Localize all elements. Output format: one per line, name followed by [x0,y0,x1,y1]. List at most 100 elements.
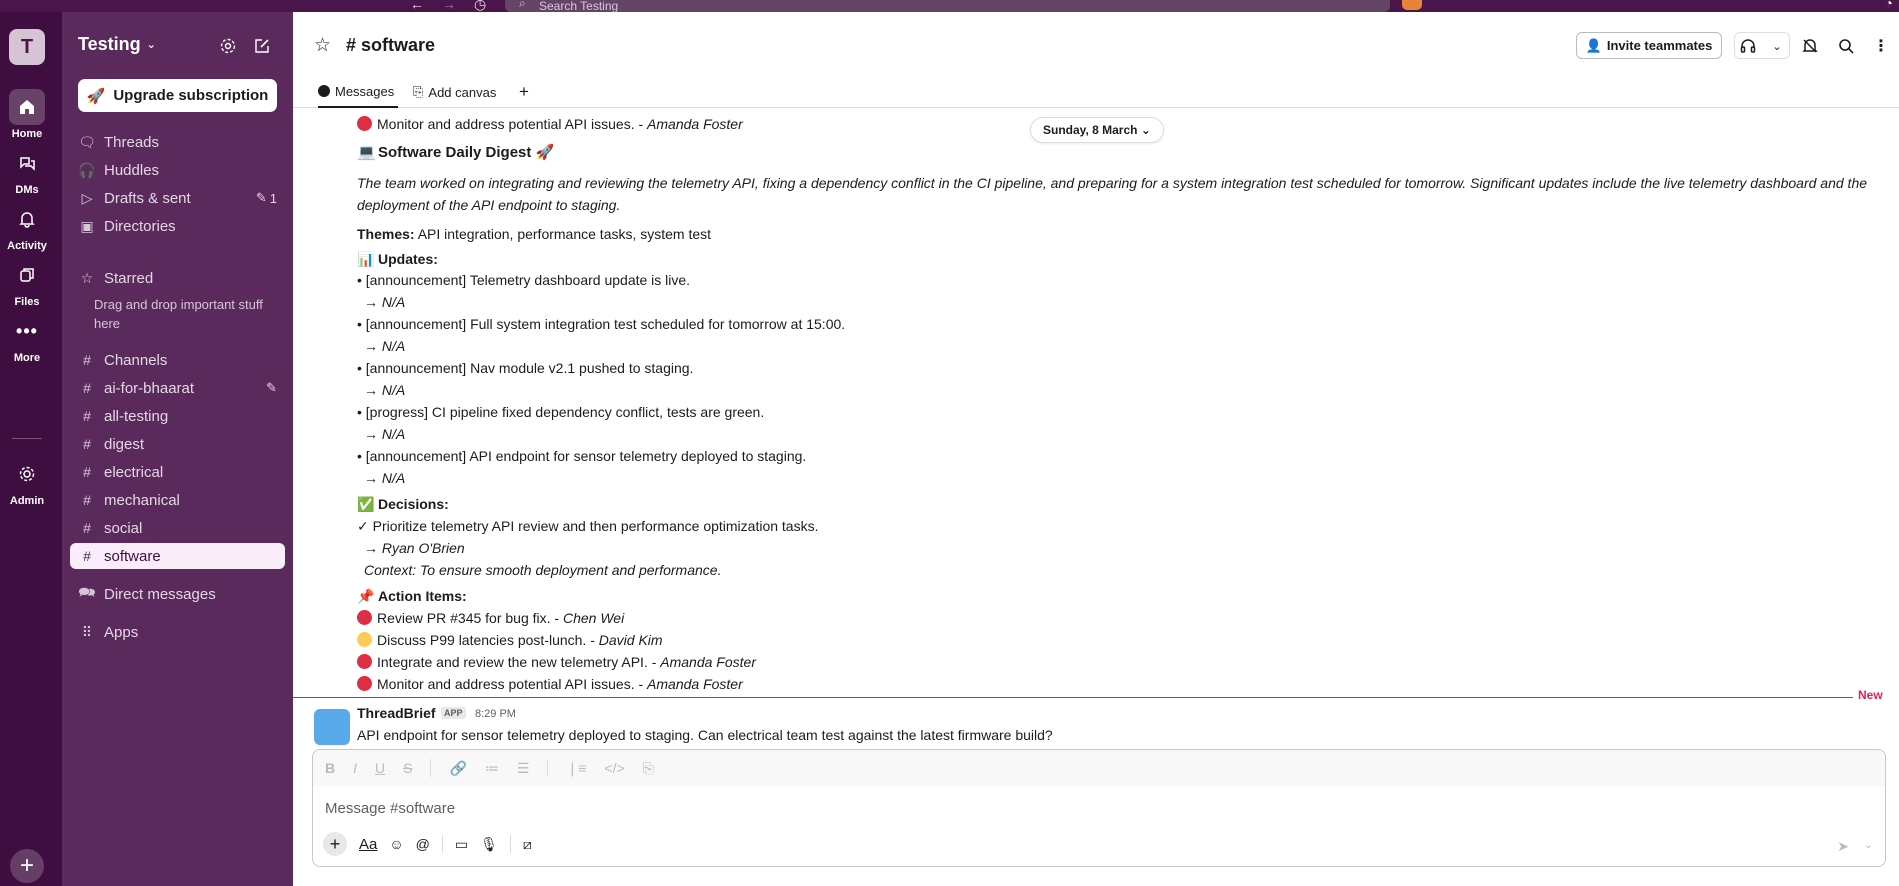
workspace-avatar[interactable]: T [9,29,45,65]
sidebar-item-huddles[interactable]: 🎧 Huddles [70,157,285,183]
sidebar-item-drafts[interactable]: ▷ Drafts & sent ✎ 1 [70,185,285,211]
upgrade-label: Upgrade subscription [113,87,269,104]
channel-title[interactable]: # software [346,35,435,56]
bulleted-list-icon[interactable]: ☰ [517,760,530,777]
mention-icon[interactable]: @ [416,836,430,852]
digest-summary: The team worked on integrating and revie… [357,175,1868,213]
sidebar-item-directories[interactable]: ▣ Directories [70,213,285,239]
headphones-icon: 🎧 [78,161,96,178]
chevron-down-icon[interactable]: ⌄ [1765,34,1789,58]
star-icon[interactable]: ☆ [314,34,331,57]
format-toggle-button[interactable]: Aa [359,836,377,853]
date-divider-button[interactable]: Sunday, 8 March ⌄ [1030,117,1164,143]
microphone-icon[interactable]: 🎙 [480,836,498,853]
underline-icon[interactable]: U [375,760,385,776]
message-input[interactable]: Message #software [325,800,455,817]
slash-command-icon[interactable]: ⧄ [523,836,532,853]
upgrade-subscription-button[interactable]: 🚀 Upgrade subscription [78,79,277,112]
digest-title: 💻 Software Daily Digest 🚀 [357,143,554,161]
sidebar-item-label: Drafts & sent [104,189,191,207]
avatar[interactable] [314,709,350,745]
compose-icon[interactable] [250,34,274,58]
sidebar-channel-electrical[interactable]: # electrical [70,459,285,485]
themes-label: Themes: [357,226,415,242]
invite-teammates-button[interactable]: 👤 Invite teammates [1576,32,1722,59]
canvas-icon: ⎘ [413,84,424,99]
plus-icon[interactable]: + [323,832,347,856]
link-icon[interactable]: 🔗 [449,760,466,777]
tab-add-canvas[interactable]: ⎘ Add canvas [413,76,496,108]
sidebar-channel-software[interactable]: # software [70,543,285,569]
list-item: • [announcement] Full system integration… [357,316,846,332]
strikethrough-icon[interactable]: S [403,760,412,776]
channels-icon: # [83,352,91,368]
rail-more[interactable]: ••• More [0,313,54,365]
search-icon[interactable] [1834,34,1858,58]
hash-icon: # [83,520,91,536]
divider [430,759,432,777]
sidebar-section-apps[interactable]: ⠿ Apps [70,619,285,645]
pencil-icon: ✎ [255,190,267,205]
updates-heading: 📊 Updates: [357,251,438,268]
sidebar-channel-social[interactable]: # social [70,515,285,541]
item-text: Monitor and address potential API issues… [377,116,648,132]
rail-admin[interactable]: Admin [0,456,54,507]
tab-add-canvas-label: Add canvas [428,84,497,100]
channels-label: Channels [104,351,168,369]
list-item-sub: → N/A [364,294,406,310]
rail-home[interactable]: Home [0,89,54,140]
video-icon[interactable]: ▭ [455,836,468,853]
app-badge: APP [441,707,466,719]
direct-messages-label: Direct messages [104,585,216,603]
hash-icon: # [83,548,91,564]
add-workspace-button[interactable]: + [10,849,44,883]
rail-dms[interactable]: DMs [0,145,54,196]
workspace-name[interactable]: Testing ⌄ [78,34,156,55]
directory-icon: ▣ [80,217,94,234]
digest-title-text: Software Daily Digest 🚀 [378,144,555,161]
rail-activity[interactable]: Activity [0,201,54,252]
red-circle-icon [357,654,372,669]
message-list: Monitor and address potential API issues… [293,108,1899,752]
chevron-down-icon[interactable]: ⌄ [1864,838,1873,851]
bold-icon[interactable]: B [325,760,335,776]
send-icon[interactable]: ➤ [1837,838,1849,855]
sidebar-channel-all-testing[interactable]: # all-testing [70,403,285,429]
decision-item: ✓ Prioritize telemetry API review and th… [357,518,819,534]
sidebar-item-threads[interactable]: 🗨 Threads [70,129,285,155]
sidebar-item-label: Threads [104,133,160,151]
red-circle-icon [357,676,372,691]
settings-icon[interactable] [216,34,240,58]
sidebar-channel-ai-for-bhaarat[interactable]: # ai-for-bhaarat ✎ [70,375,285,401]
sidebar-channel-mechanical[interactable]: # mechanical [70,487,285,513]
search-bar[interactable]: ⌕ Search Testing [505,0,1390,12]
sidebar-section-starred[interactable]: ☆ Starred [70,265,285,291]
invite-label: Invite teammates [1606,38,1713,53]
channel-tabs: Messages ⎘ Add canvas + [293,76,1899,108]
sidebar-section-direct-messages[interactable]: 🗪 Direct messages [70,581,285,607]
help-icon[interactable]: ◔ [1885,0,1893,11]
user-avatar-icon[interactable] [1402,0,1422,10]
headphones-icon[interactable] [1736,34,1760,58]
numbered-list-icon[interactable]: ≔ [485,760,499,777]
add-tab-button[interactable]: + [519,76,529,108]
message-timestamp[interactable]: 8:29 PM [475,708,516,720]
kebab-menu-icon[interactable]: ⋮ [1869,34,1893,58]
tab-messages[interactable]: Messages [318,76,399,108]
message-author[interactable]: ThreadBrief [357,705,436,721]
rail-admin-label: Admin [9,495,45,507]
notification-bell-icon[interactable] [1798,34,1822,58]
rail-files[interactable]: Files [0,257,54,308]
action-item: Discuss P99 latencies post-lunch. - Davi… [357,632,663,648]
code-block-icon[interactable]: ⎘ [643,760,654,777]
code-icon[interactable]: </> [604,760,624,776]
italic-icon[interactable]: I [353,760,357,776]
top-bar: ← → ◷ ⌕ Search Testing ◔ [0,0,1899,12]
blockquote-icon[interactable]: ❘≡ [566,760,586,777]
emoji-icon[interactable]: ☺ [389,836,403,852]
main-pane: ☆ # software 👤 Invite teammates ⌄ ⋮ Mess… [293,12,1899,886]
channel-label: mechanical [104,491,180,509]
drafts-badge: 1 [269,190,277,206]
sidebar-channel-digest[interactable]: # digest [70,431,285,457]
sidebar-section-channels[interactable]: # Channels [70,347,285,373]
